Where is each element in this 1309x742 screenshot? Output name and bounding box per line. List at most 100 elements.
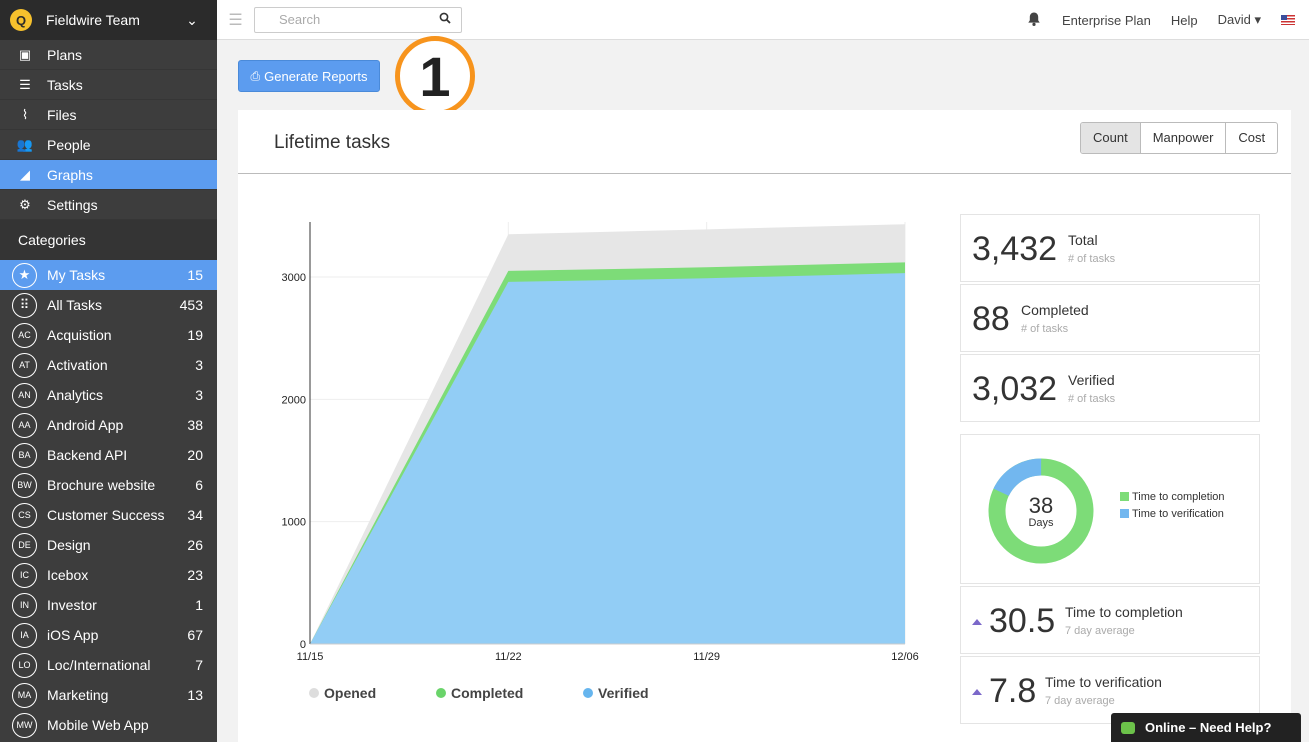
category-item[interactable]: BA Backend API 20 <box>0 440 217 470</box>
generate-reports-button[interactable]: ⎙ Generate Reports <box>238 60 380 92</box>
team-switcher[interactable]: Q Fieldwire Team ⌄ <box>0 0 217 40</box>
paperclip-icon: ⌇ <box>21 106 29 122</box>
enterprise-plan-link[interactable]: Enterprise Plan <box>1062 13 1151 28</box>
legend-label-opened: Opened <box>324 685 376 701</box>
category-label: iOS App <box>47 627 99 643</box>
donut-legend-verification: Time to verification <box>1120 505 1225 522</box>
category-item[interactable]: IN Investor 1 <box>0 590 217 620</box>
sidebar-item-people[interactable]: 👥 People <box>0 130 217 160</box>
category-item[interactable]: LO Loc/International 7 <box>0 650 217 680</box>
category-item[interactable]: DE Design 26 <box>0 530 217 560</box>
legend-dot-opened <box>309 688 319 698</box>
category-label: Icebox <box>47 567 89 583</box>
us-flag-icon[interactable] <box>1281 15 1295 25</box>
category-count: 34 <box>187 507 203 523</box>
category-item[interactable]: BW Brochure website 6 <box>0 470 217 500</box>
legend-dot-verified <box>583 688 593 698</box>
gear-icon: ⚙ <box>19 196 31 212</box>
hamburger-icon[interactable]: ☰ <box>217 10 254 30</box>
category-label: Investor <box>47 597 97 613</box>
category-badge: LO <box>12 652 37 678</box>
people-icon: 👥 <box>16 136 34 152</box>
category-count: 26 <box>187 537 203 553</box>
sidebar-item-plans[interactable]: ▣ Plans <box>0 40 217 70</box>
chevron-down-icon[interactable]: ⌄ <box>177 12 207 29</box>
list-icon: ☰ <box>19 76 31 92</box>
donut-legend: Time to completion Time to verification <box>1120 488 1225 522</box>
days-donut-chart: 38 Days <box>988 458 1094 564</box>
category-label: Android App <box>47 417 124 433</box>
sidebar-item-tasks[interactable]: ☰ Tasks <box>0 70 217 100</box>
team-name: Fieldwire Team <box>46 12 140 28</box>
category-label: Customer Success <box>47 507 165 523</box>
category-label: Analytics <box>47 387 104 403</box>
category-count: 15 <box>187 267 203 283</box>
x-tick-label: 11/15 <box>297 651 324 663</box>
category-badge: AC <box>12 322 37 348</box>
stat-completed-label: Completed <box>1021 302 1089 318</box>
category-item[interactable]: AN Analytics 3 <box>0 380 217 410</box>
segment-cost[interactable]: Cost <box>1226 123 1277 153</box>
category-badge: AN <box>12 382 37 408</box>
category-label: All Tasks <box>47 297 102 313</box>
legend-label-verified: Verified <box>598 685 649 701</box>
category-item[interactable]: AA Android App 38 <box>0 410 217 440</box>
category-item[interactable]: AT Activation 3 <box>0 350 217 380</box>
category-badge: AA <box>12 412 37 438</box>
search-placeholder: Search <box>279 12 321 27</box>
category-label: Backend API <box>47 447 128 463</box>
metric-toggle: Count Manpower Cost <box>1080 122 1279 154</box>
category-item[interactable]: AC Acquistion 19 <box>0 320 217 350</box>
legend-dot-completed <box>436 688 446 698</box>
sidebar-item-graphs[interactable]: ◢ Graphs <box>0 160 217 190</box>
category-badge: CS <box>12 502 37 528</box>
category-label: My Tasks <box>47 267 106 283</box>
sidebar-item-label: Plans <box>47 46 83 63</box>
y-tick-label: 0 <box>300 639 306 651</box>
sidebar-item-label: Graphs <box>47 166 93 183</box>
category-count: 3 <box>195 387 203 403</box>
help-chat-widget[interactable]: Online – Need Help? <box>1111 713 1301 742</box>
category-count: 3 <box>195 357 203 373</box>
sidebar-item-settings[interactable]: ⚙ Settings <box>0 190 217 220</box>
category-badge: IA <box>12 622 37 648</box>
sidebar-item-label: Files <box>47 106 77 123</box>
category-item[interactable]: MA Marketing 13 <box>0 680 217 710</box>
stat-completed-value: 88 <box>972 300 1010 338</box>
category-badge: DE <box>12 532 37 558</box>
sidebar: Q Fieldwire Team ⌄ ▣ Plans ☰ Tasks ⌇ Files 👥 Pe… <box>0 0 217 742</box>
bell-icon[interactable] <box>1026 11 1042 30</box>
lifetime-tasks-chart: 0 1000 2000 3000 11/15 11/22 11/29 12/06 Opened C… <box>282 222 919 701</box>
segment-manpower[interactable]: Manpower <box>1141 123 1227 153</box>
category-badge: ★ <box>12 262 37 288</box>
segment-count[interactable]: Count <box>1081 123 1141 153</box>
category-item[interactable]: MW Mobile Web App <box>0 710 217 740</box>
category-label: Loc/International <box>47 657 151 673</box>
category-label: Activation <box>47 357 108 373</box>
y-tick-label: 3000 <box>282 272 306 284</box>
help-chat-label: Online – Need Help? <box>1145 720 1272 735</box>
panel-title: Lifetime tasks <box>274 132 391 153</box>
help-link[interactable]: Help <box>1171 13 1198 28</box>
category-count: 1 <box>195 597 203 613</box>
user-menu[interactable]: David ▾ <box>1218 12 1261 28</box>
category-item[interactable]: ⠿ All Tasks 453 <box>0 290 217 320</box>
category-item[interactable]: ★ My Tasks 15 <box>0 260 217 290</box>
category-count: 453 <box>179 297 203 313</box>
search-input[interactable]: Search <box>254 6 462 33</box>
trend-up-icon <box>972 619 982 625</box>
sidebar-item-files[interactable]: ⌇ Files <box>0 100 217 130</box>
stat-completed-sub: # of tasks <box>1021 323 1069 335</box>
category-item[interactable]: IC Icebox 23 <box>0 560 217 590</box>
stat-total: 3,432 Total # of tasks <box>960 214 1260 282</box>
category-item[interactable]: IA iOS App 67 <box>0 620 217 650</box>
top-bar: ☰ Search Enterprise Plan Help David ▾ <box>217 0 1309 40</box>
search-icon[interactable] <box>439 12 451 27</box>
category-count: 20 <box>187 447 203 463</box>
categories-heading: Categories <box>0 220 217 260</box>
stat-total-value: 3,432 <box>972 230 1058 268</box>
donut-value: 38 <box>1029 493 1053 518</box>
category-item[interactable]: CS Customer Success 34 <box>0 500 217 530</box>
category-count: 19 <box>187 327 203 343</box>
ttv-value: 7.8 <box>989 672 1037 710</box>
